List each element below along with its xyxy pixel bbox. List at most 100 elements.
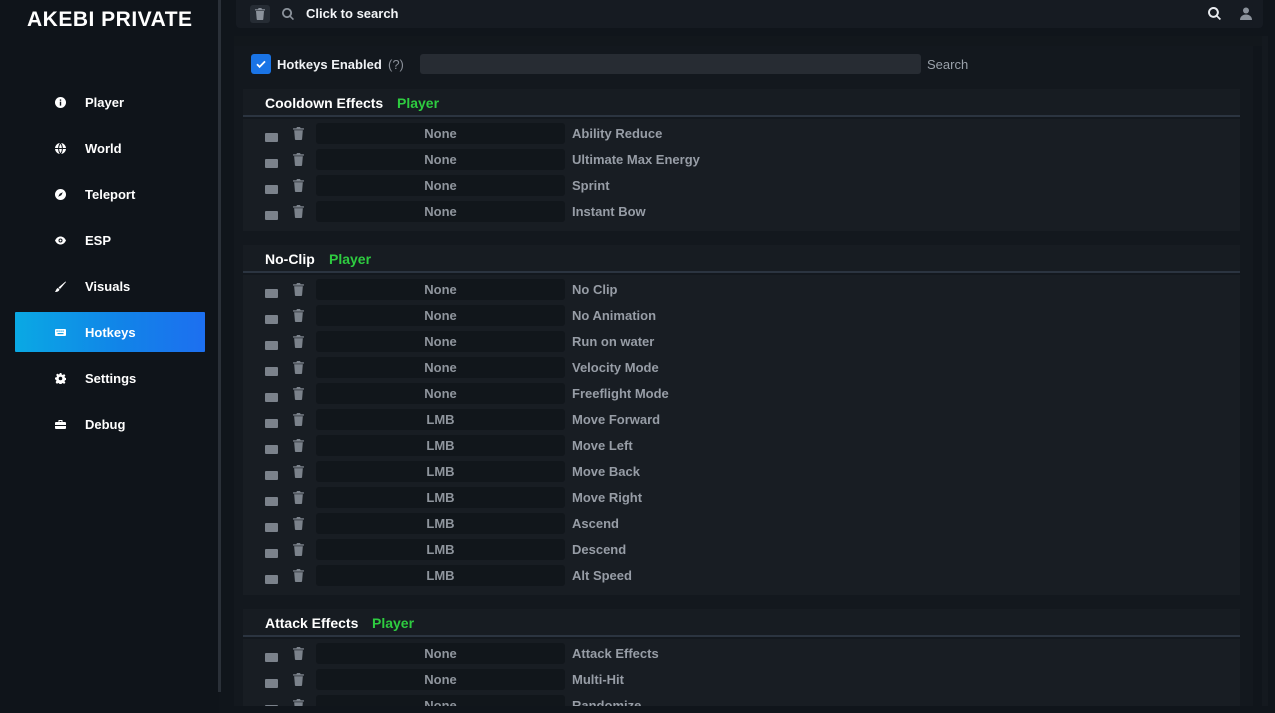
keyboard-icon[interactable] — [265, 155, 278, 168]
hotkeys-search-input[interactable] — [420, 54, 921, 74]
sidebar-item-visuals[interactable]: Visuals — [15, 266, 205, 306]
trash-icon[interactable] — [293, 361, 304, 374]
keyboard-icon[interactable] — [265, 519, 278, 532]
trash-icon[interactable] — [293, 439, 304, 452]
sidebar-item-label: ESP — [85, 232, 112, 248]
keyboard-icon[interactable] — [265, 181, 278, 194]
hotkey-binding-button[interactable]: LMB — [316, 461, 565, 482]
help-marker[interactable]: (?) — [388, 57, 404, 72]
sidebar-item-settings[interactable]: Settings — [15, 358, 205, 398]
hotkey-name: Ability Reduce — [572, 126, 663, 141]
hotkey-binding-button[interactable]: None — [316, 695, 565, 706]
hotkeys-enabled-checkbox[interactable] — [251, 54, 271, 74]
hotkey-row: None Velocity Mode — [243, 355, 1240, 381]
keyboard-icon[interactable] — [265, 337, 278, 350]
hotkey-binding-button[interactable]: LMB — [316, 435, 565, 456]
trash-icon[interactable] — [293, 543, 304, 556]
trash-icon[interactable] — [293, 153, 304, 166]
hotkey-binding-button[interactable]: None — [316, 123, 565, 144]
keyboard-icon[interactable] — [265, 545, 278, 558]
checkmark-icon — [256, 60, 266, 69]
hotkey-binding-button[interactable]: LMB — [316, 539, 565, 560]
sidebar-item-esp[interactable]: ESP — [15, 220, 205, 260]
keyboard-icon[interactable] — [265, 701, 278, 706]
keyboard-icon[interactable] — [265, 467, 278, 480]
hotkey-binding-button[interactable]: LMB — [316, 487, 565, 508]
keyboard-icon[interactable] — [265, 311, 278, 324]
hotkey-row: None Ability Reduce — [243, 121, 1240, 147]
keyboard-icon[interactable] — [265, 441, 278, 454]
hotkey-binding-button[interactable]: None — [316, 149, 565, 170]
sidebar-item-hotkeys[interactable]: Hotkeys — [15, 312, 205, 352]
trash-icon[interactable] — [293, 517, 304, 530]
hotkey-binding-button[interactable]: None — [316, 175, 565, 196]
sidebar-item-world[interactable]: World — [15, 128, 205, 168]
hotkey-row: None Sprint — [243, 173, 1240, 199]
hotkey-row: None Ultimate Max Energy — [243, 147, 1240, 173]
scrollbar[interactable] — [1262, 36, 1268, 706]
search-submit-button[interactable] — [1208, 7, 1221, 25]
brush-icon — [55, 281, 66, 292]
hotkey-binding-button[interactable]: LMB — [316, 409, 565, 430]
trash-icon — [255, 8, 265, 20]
sidebar-item-player[interactable]: Player — [15, 82, 205, 122]
section-header[interactable]: No-Clip Player — [243, 245, 1240, 273]
keyboard-icon[interactable] — [265, 285, 278, 298]
sidebar-item-label: Player — [85, 94, 125, 110]
trash-icon[interactable] — [293, 465, 304, 478]
trash-icon[interactable] — [293, 569, 304, 582]
section-body: None No Clip None No Animation None Run on wa… — [243, 275, 1240, 595]
keyboard-icon[interactable] — [265, 129, 278, 142]
hotkey-binding-button[interactable]: None — [316, 357, 565, 378]
trash-icon[interactable] — [293, 491, 304, 504]
hotkey-binding-button[interactable]: None — [316, 201, 565, 222]
search-field[interactable]: Click to search — [306, 6, 399, 21]
hotkey-binding-button[interactable]: None — [316, 279, 565, 300]
trash-icon[interactable] — [293, 647, 304, 660]
clear-search-button[interactable] — [250, 5, 270, 23]
hotkey-binding-button[interactable]: None — [316, 669, 565, 690]
trash-icon[interactable] — [293, 335, 304, 348]
hotkey-name: Freeflight Mode — [572, 386, 669, 401]
trash-icon[interactable] — [293, 309, 304, 322]
trash-icon[interactable] — [293, 673, 304, 686]
trash-icon[interactable] — [293, 387, 304, 400]
trash-icon[interactable] — [293, 179, 304, 192]
trash-icon[interactable] — [293, 413, 304, 426]
keyboard-icon[interactable] — [265, 675, 278, 688]
keyboard-icon[interactable] — [265, 207, 278, 220]
sidebar-item-label: Settings — [85, 370, 137, 386]
trash-icon[interactable] — [293, 283, 304, 296]
keyboard-icon[interactable] — [265, 571, 278, 584]
section-header[interactable]: Cooldown Effects Player — [243, 89, 1240, 117]
hotkey-binding-button[interactable]: None — [316, 305, 565, 326]
hotkey-row: None Freeflight Mode — [243, 381, 1240, 407]
hotkey-name: Ultimate Max Energy — [572, 152, 700, 167]
hotkey-name: Randomize — [572, 698, 642, 706]
keyboard-icon[interactable] — [265, 363, 278, 376]
trash-icon[interactable] — [293, 205, 304, 218]
sidebar-item-teleport[interactable]: Teleport — [15, 174, 205, 214]
sidebar-item-debug[interactable]: Debug — [15, 404, 205, 444]
section-tag: Player — [397, 95, 440, 111]
trash-icon[interactable] — [293, 127, 304, 140]
hotkeys-search-label: Search — [927, 57, 969, 72]
keyboard-icon[interactable] — [265, 493, 278, 506]
keyboard-icon[interactable] — [265, 415, 278, 428]
user-button[interactable] — [1240, 7, 1252, 25]
hotkey-row: LMB Ascend — [243, 511, 1240, 537]
hotkeys-enabled-label: Hotkeys Enabled — [277, 57, 382, 72]
hotkey-binding-button[interactable]: LMB — [316, 513, 565, 534]
sidebar-item-label: World — [85, 140, 122, 156]
trash-icon[interactable] — [293, 699, 304, 706]
hotkey-binding-button[interactable]: None — [316, 643, 565, 664]
keyboard-icon[interactable] — [265, 649, 278, 662]
hotkey-binding-button[interactable]: None — [316, 331, 565, 352]
hotkey-row: None Randomize — [243, 693, 1240, 706]
section-header[interactable]: Attack Effects Player — [243, 609, 1240, 637]
hotkey-binding-button[interactable]: LMB — [316, 565, 565, 586]
sidebar-item-label: Teleport — [85, 186, 136, 202]
keyboard-icon[interactable] — [265, 389, 278, 402]
hotkey-row: LMB Alt Speed — [243, 563, 1240, 589]
hotkey-binding-button[interactable]: None — [316, 383, 565, 404]
